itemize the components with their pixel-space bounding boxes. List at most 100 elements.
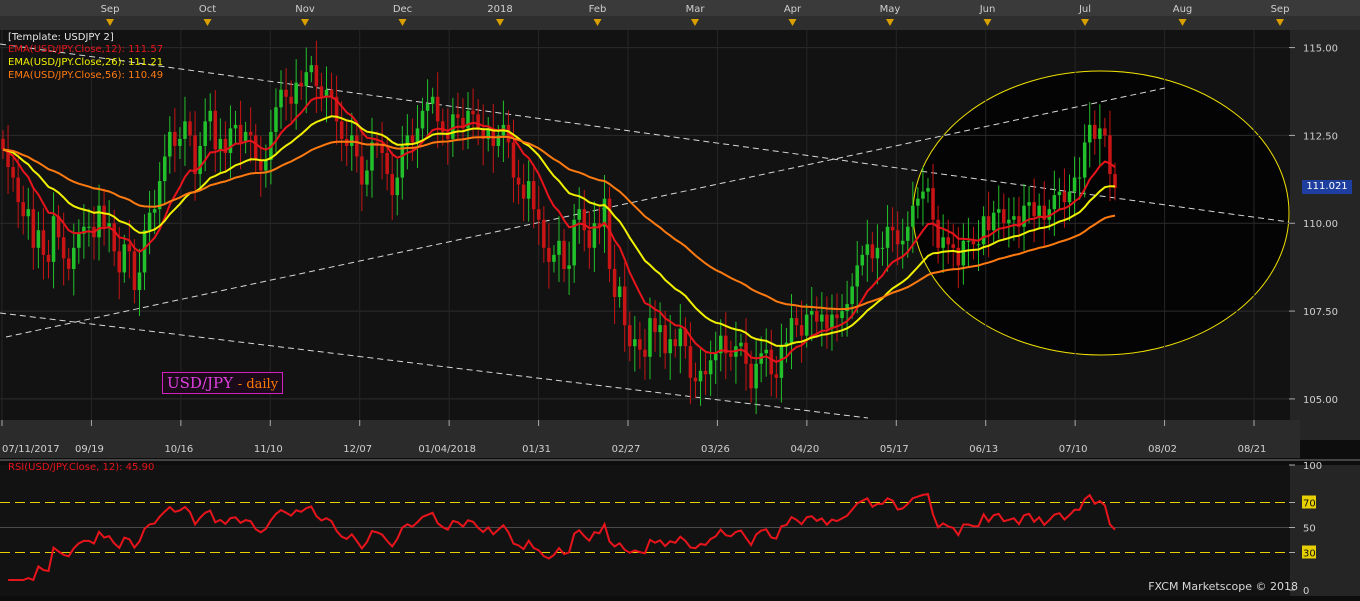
ema56-value: 110.49 — [128, 70, 164, 81]
candle-body — [688, 346, 693, 378]
candle-body — [612, 268, 617, 298]
candle-body — [622, 286, 627, 326]
rsi-tick-label: 50 — [1303, 524, 1316, 535]
candle-body — [289, 96, 293, 104]
candle-body — [552, 254, 556, 262]
date-tick-label: 06/13 — [969, 444, 998, 455]
candle-body — [668, 339, 672, 354]
candle-body — [77, 233, 81, 248]
candle-body — [900, 240, 905, 245]
candle-body — [981, 216, 986, 245]
rsi-tick-label: 0 — [1303, 586, 1309, 596]
candle-body — [845, 304, 849, 312]
candle-body — [400, 145, 405, 178]
top-month-label: Aug — [1173, 4, 1193, 15]
candle-body — [259, 160, 263, 171]
candle-body — [911, 205, 915, 227]
candle-body — [1098, 128, 1102, 139]
candle-body — [870, 244, 875, 259]
candle-body — [921, 191, 925, 199]
candle-body — [26, 209, 31, 217]
ema56-label: EMA(USD/JPY.Close,56): — [8, 70, 125, 81]
candle-body — [885, 226, 890, 248]
candle-body — [754, 363, 758, 389]
rsi-tick-label: 30 — [1303, 549, 1316, 560]
candle-body — [122, 244, 127, 273]
candle-body — [916, 198, 920, 206]
candle-body — [395, 177, 400, 196]
date-tick-label: 09/19 — [75, 444, 104, 455]
candle-body — [294, 82, 298, 104]
candle-body — [193, 135, 197, 175]
candle-body — [162, 156, 167, 182]
candle-body — [936, 219, 940, 248]
candle-body — [355, 135, 359, 157]
legend-subtitle: - daily — [237, 377, 279, 392]
candle-body — [203, 121, 207, 146]
price-tick-label: 107.50 — [1303, 307, 1338, 318]
top-month-label: Apr — [784, 4, 802, 15]
candle-body — [713, 353, 718, 361]
candle-body — [749, 363, 753, 389]
price-tick-label: 115.00 — [1303, 44, 1338, 55]
chart-svg: 115.00 112.50 110.00 107.50 105.00 07/11/201… — [0, 0, 1360, 597]
candle-body — [562, 240, 566, 269]
candle-body — [830, 314, 834, 329]
candle-body — [779, 346, 784, 378]
candle-body — [729, 353, 733, 357]
candle-body — [794, 318, 799, 326]
highlight-ellipse — [912, 70, 1290, 356]
candle-body — [1082, 142, 1087, 178]
candle-body — [365, 170, 369, 185]
chart-legend-box: USD/JPY - daily — [162, 372, 284, 394]
candle-body — [799, 325, 804, 336]
candle-body — [966, 240, 971, 242]
candle-body — [284, 89, 288, 97]
candle-body — [820, 314, 824, 322]
date-tick-label: 03/26 — [701, 444, 730, 455]
candle-body — [890, 226, 895, 231]
candle-body — [633, 339, 637, 347]
price-axis-bg — [1290, 30, 1360, 440]
candle-body — [1, 138, 5, 150]
candle-body — [926, 188, 930, 192]
candle-body — [547, 247, 551, 262]
candle-body — [410, 135, 415, 143]
candle-body — [789, 318, 794, 343]
candle-body — [521, 184, 526, 199]
top-month-label: Oct — [199, 4, 216, 15]
candle-body — [137, 272, 142, 290]
candle-body — [1032, 202, 1036, 217]
candle-body — [117, 251, 122, 273]
candle-body — [61, 237, 66, 259]
candle-body — [653, 318, 657, 333]
candle-body — [986, 216, 991, 231]
candle-body — [238, 124, 243, 143]
candle-body — [840, 311, 844, 319]
candle-body — [976, 244, 981, 246]
date-tick-label: 05/17 — [880, 444, 909, 455]
candle-body — [31, 209, 36, 248]
candle-body — [41, 230, 46, 255]
candle-body — [628, 325, 632, 347]
candle-body — [542, 219, 546, 248]
candle-body — [430, 96, 435, 104]
candle-body — [703, 370, 708, 375]
candle-body — [178, 138, 182, 146]
candle-body — [360, 156, 364, 185]
candle-body — [476, 114, 480, 129]
candle-body — [617, 286, 622, 298]
candle-body — [648, 318, 652, 357]
candle-body — [895, 230, 900, 245]
candle-body — [319, 86, 324, 97]
top-month-label: Sep — [101, 4, 120, 15]
date-tick-label: 07/10 — [1059, 444, 1088, 455]
ema12-value: 111.57 — [128, 44, 164, 55]
candle-body — [815, 311, 819, 322]
candle-body — [825, 314, 829, 329]
candle-body — [663, 325, 667, 354]
candle-body — [415, 128, 420, 143]
candle-body — [127, 244, 132, 252]
candle-body — [46, 254, 51, 262]
date-tick-label: 01/04/2018 — [418, 444, 476, 455]
